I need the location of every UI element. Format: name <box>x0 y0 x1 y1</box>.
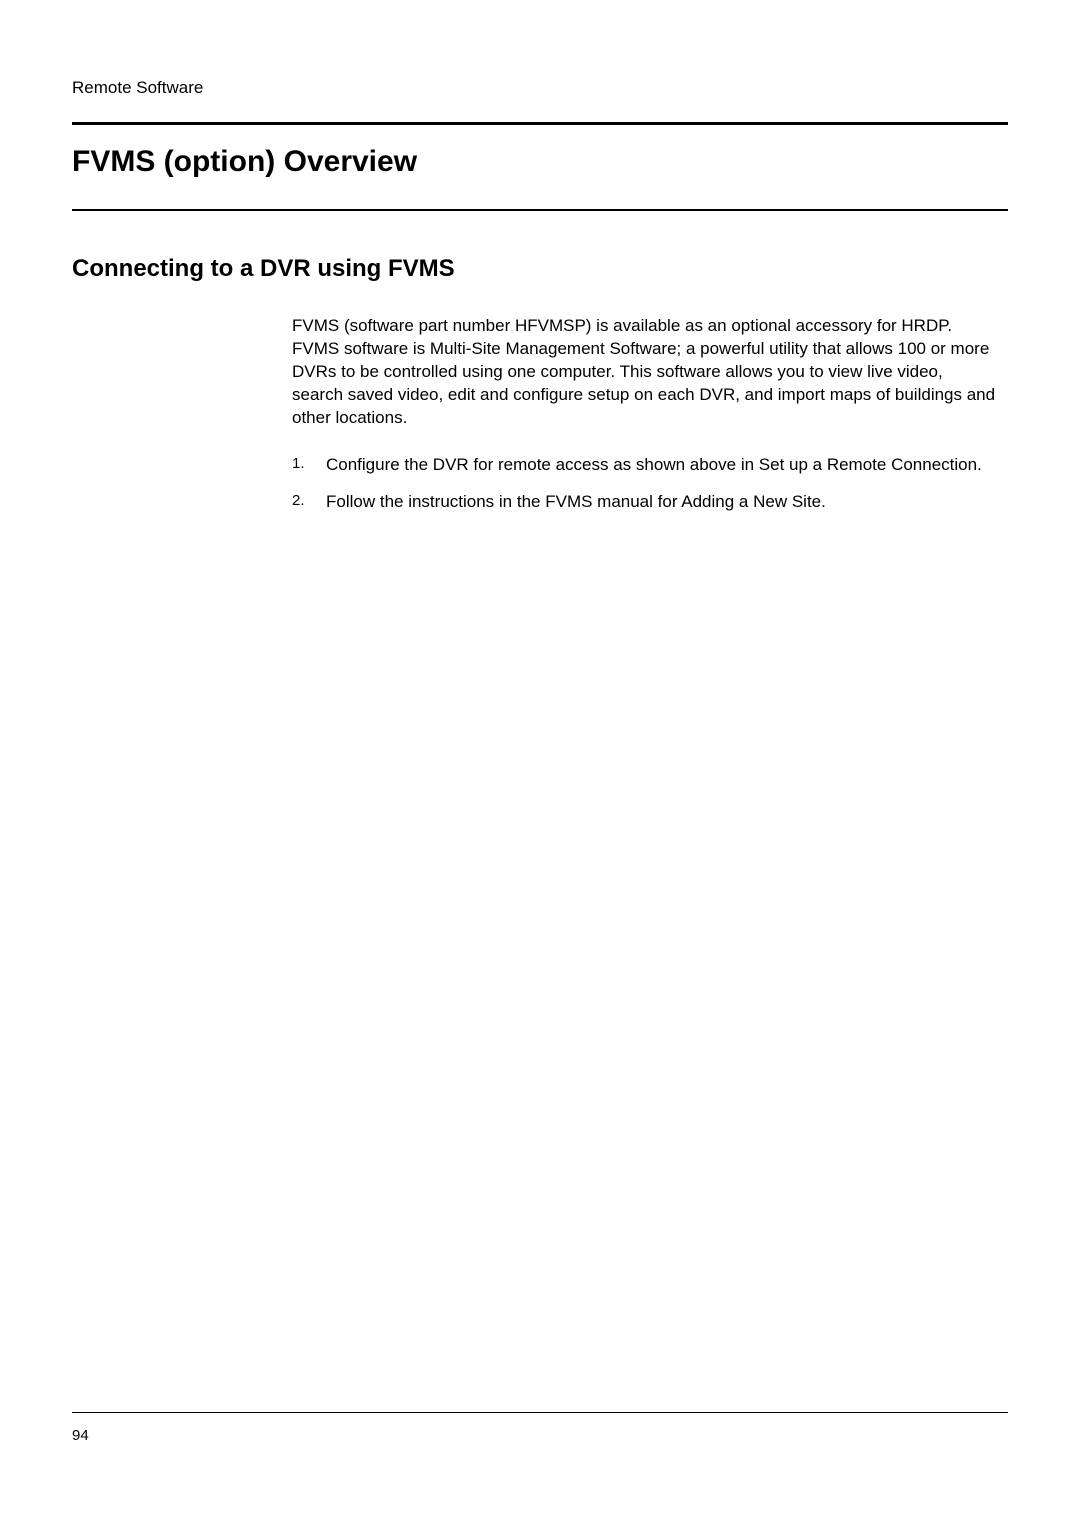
list-item: 2. Follow the instructions in the FVMS m… <box>292 491 998 514</box>
page-footer: 94 <box>72 1412 1008 1444</box>
main-title: FVMS (option) Overview <box>72 145 1008 179</box>
footer-divider <box>72 1412 1008 1413</box>
list-text: Configure the DVR for remote access as s… <box>326 454 998 477</box>
list-number: 1. <box>292 454 326 477</box>
page-header: Remote Software <box>72 78 1008 98</box>
list-number: 2. <box>292 491 326 514</box>
list-item: 1. Configure the DVR for remote access a… <box>292 454 998 477</box>
title-block: FVMS (option) Overview <box>72 122 1008 211</box>
list-text: Follow the instructions in the FVMS manu… <box>326 491 998 514</box>
steps-list: 1. Configure the DVR for remote access a… <box>292 454 998 514</box>
section-subtitle: Connecting to a DVR using FVMS <box>72 255 1008 283</box>
document-page: Remote Software FVMS (option) Overview C… <box>0 0 1080 1534</box>
page-number: 94 <box>72 1427 1008 1444</box>
intro-paragraph: FVMS (software part number HFVMSP) is av… <box>292 315 998 430</box>
body-content: FVMS (software part number HFVMSP) is av… <box>292 315 998 514</box>
